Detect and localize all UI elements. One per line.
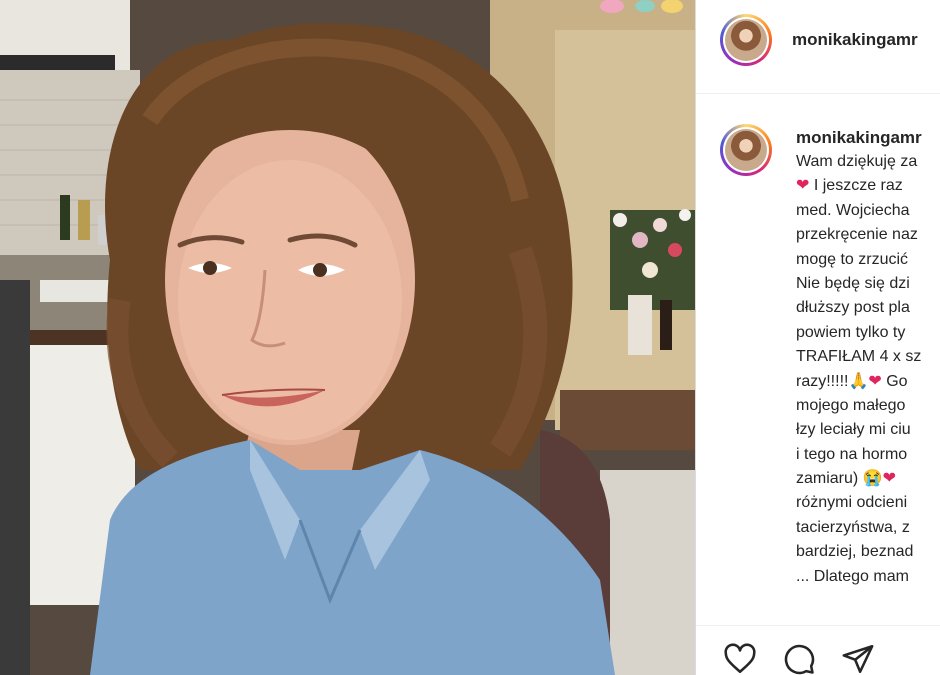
header-username[interactable]: monikakingamr xyxy=(792,30,918,50)
avatar-ring-inner xyxy=(723,127,769,173)
caption-text: tacierzyństwa, z xyxy=(796,518,910,536)
caption-line: ❤ I jeszcze raz xyxy=(796,174,940,198)
caption-line: i tego na hormo xyxy=(796,443,940,467)
post-header: monikakingamr xyxy=(696,0,940,94)
caption-line: tacierzyństwa, z xyxy=(796,516,940,540)
caption-line: mogę to zrzucić xyxy=(796,248,940,272)
caption-text: przekręcenie naz xyxy=(796,226,918,244)
caption-line: powiem tylko ty xyxy=(796,321,940,345)
comment-button[interactable] xyxy=(782,642,816,675)
caption-line: razy!!!!!🙏❤ Go xyxy=(796,370,940,394)
avatar-ring-inner xyxy=(723,17,769,63)
post-caption: Wam dziękuję za ❤ I jeszcze raz med. Woj… xyxy=(796,150,940,589)
caption-text: med. Wojciecha xyxy=(796,201,910,219)
comment-icon xyxy=(784,644,815,675)
caption-text: TRAFIŁAM 4 x sz xyxy=(796,348,922,366)
share-button[interactable] xyxy=(841,642,875,675)
like-button[interactable] xyxy=(723,642,757,675)
caption-line: mojego małego xyxy=(796,394,940,418)
caption-text: mogę to zrzucić xyxy=(796,250,909,268)
avatar-image xyxy=(725,129,767,171)
photo-scene xyxy=(0,0,695,675)
caption-text: i tego na hormo xyxy=(796,445,908,463)
caption-line: zamiaru) 😭❤ xyxy=(796,467,940,491)
avatar-image xyxy=(725,19,767,61)
caption-text: Nie będę się dzi xyxy=(796,274,910,292)
caption-text: różnymi odcieni xyxy=(796,494,908,512)
praying-hands-icon: 🙏 xyxy=(848,372,869,390)
author-avatar[interactable] xyxy=(720,14,772,66)
caption-username[interactable]: monikakingamr xyxy=(796,128,922,148)
caption-line: Nie będę się dzi xyxy=(796,272,940,296)
heart-icon xyxy=(724,643,756,674)
post-photo[interactable] xyxy=(0,0,695,675)
caption-line: przekręcenie naz xyxy=(796,223,940,247)
caption-line: med. Wojciecha xyxy=(796,199,940,223)
caption-author-avatar[interactable] xyxy=(720,124,772,176)
caption-text: razy!!!!! xyxy=(796,372,849,390)
caption-text: Wam dziękuję za xyxy=(796,153,918,170)
caption-line: dłuższy post pla xyxy=(796,296,940,320)
post-actions xyxy=(696,625,940,675)
caption-text: powiem tylko ty xyxy=(796,323,906,341)
heart-icon: ❤ xyxy=(796,177,810,195)
caption-line: różnymi odcieni xyxy=(796,491,940,515)
caption-text: mojego małego xyxy=(796,396,906,414)
caption-text: zamiaru) xyxy=(796,470,859,488)
caption-text: Go xyxy=(886,372,908,390)
caption-text: bardziej, beznad xyxy=(796,543,914,561)
caption-line: bardziej, beznad xyxy=(796,540,940,564)
crying-face-icon: 😭 xyxy=(862,470,883,488)
caption-text: ... Dlatego mam xyxy=(796,567,909,585)
post-sidebar: monikakingamr monikakingamr Wam dziękuję… xyxy=(695,0,940,675)
caption-text: łzy leciały mi ciu xyxy=(796,421,911,439)
caption-line: TRAFIŁAM 4 x sz xyxy=(796,345,940,369)
heart-icon: ❤ xyxy=(882,470,897,488)
caption-line: łzy leciały mi ciu xyxy=(796,418,940,442)
caption-text: dłuższy post pla xyxy=(796,299,910,317)
heart-icon: ❤ xyxy=(868,372,882,390)
caption-text: I jeszcze raz xyxy=(813,177,903,195)
share-icon xyxy=(842,644,874,674)
caption-line: ... Dlatego mam xyxy=(796,565,940,589)
caption-line: Wam dziękuję za xyxy=(796,150,940,174)
